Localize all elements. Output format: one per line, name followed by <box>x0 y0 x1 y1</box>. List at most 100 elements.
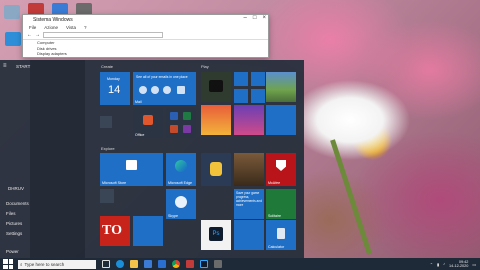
chrome-icon[interactable] <box>172 260 180 268</box>
office-label: Office <box>135 133 145 137</box>
promo-text: Save your game progress, achievements an… <box>236 191 262 207</box>
calendar-tile[interactable]: Monday 14 <box>100 72 130 105</box>
windows-start-icon[interactable] <box>3 259 13 269</box>
mail-mini-icon <box>177 86 185 94</box>
office-apps-tile[interactable] <box>166 108 196 138</box>
solitaire-tile[interactable]: Solitaire <box>266 189 296 219</box>
group-create-label: Create <box>101 64 114 69</box>
movies-tile[interactable] <box>234 72 248 86</box>
onenote-icon <box>183 125 191 133</box>
tree-item[interactable]: Display adapters <box>23 51 268 57</box>
menu-view[interactable]: Vista <box>66 25 76 30</box>
window-title: Sistema Windows <box>33 16 73 23</box>
mail-label: Mail <box>135 100 142 104</box>
solitaire-label: Solitaire <box>268 214 281 218</box>
camera-tile[interactable] <box>234 89 248 103</box>
pictures-link[interactable]: Pictures <box>6 221 22 226</box>
mail-taskbar-icon[interactable] <box>158 260 166 268</box>
forward-icon[interactable]: → <box>35 32 40 38</box>
menu-bar: File Azione Vista ? <box>23 24 268 31</box>
friends-game-tile[interactable] <box>201 105 231 135</box>
photos-tile[interactable] <box>266 72 296 102</box>
photoshop-taskbar-icon[interactable] <box>200 260 208 268</box>
mail-text: See all of your emails in one place <box>136 75 188 79</box>
small-tile[interactable] <box>100 189 114 203</box>
group-explore-label: Explore <box>101 146 115 151</box>
address-bar[interactable] <box>43 32 163 38</box>
start-menu: ≡ START DHRUV Documents Files Pictures S… <box>0 60 304 258</box>
news-tile[interactable]: TO <box>100 216 130 246</box>
skype-icon <box>175 196 187 208</box>
small-tile[interactable] <box>100 116 112 128</box>
desktop-icon-pc[interactable] <box>5 32 21 46</box>
calculator-tile[interactable]: Calculator <box>266 220 296 250</box>
app-list[interactable] <box>30 60 85 258</box>
explorer-window[interactable]: Sistema Windows – □ × File Azione Vista … <box>22 14 269 58</box>
volume-icon[interactable]: ♪ <box>443 262 445 266</box>
chevron-up-icon[interactable]: ⌃ <box>430 262 433 267</box>
group-play-label: Play <box>201 64 209 69</box>
skype-tile[interactable]: Skype <box>166 189 196 219</box>
window-title-bar: Sistema Windows – □ × <box>23 15 268 24</box>
game-character-tile[interactable] <box>201 153 231 186</box>
network-icon[interactable]: ▮ <box>437 262 439 267</box>
promo-tile[interactable]: Save your game progress, achievements an… <box>234 189 264 219</box>
photoshop-tile[interactable]: Ps <box>201 220 231 250</box>
clock-date: 14-12-2020 <box>448 264 469 268</box>
edge-taskbar-icon[interactable] <box>116 260 124 268</box>
character-icon <box>210 162 222 176</box>
excel-icon <box>183 112 191 120</box>
candy-crush-tile[interactable] <box>234 105 264 135</box>
skype-label: Skype <box>168 214 178 218</box>
menu-file[interactable]: File <box>29 25 36 30</box>
calendar-date: 14 <box>108 84 121 96</box>
settings-taskbar-icon[interactable] <box>214 260 222 268</box>
webcam-tile[interactable] <box>251 89 265 103</box>
skype-mini-icon <box>139 86 147 94</box>
store-label: Microsoft Store <box>102 181 127 185</box>
documents-link[interactable]: Documents <box>6 201 29 206</box>
edge-tile[interactable]: Microsoft Edge <box>166 153 196 186</box>
task-view-icon[interactable] <box>102 260 110 268</box>
menu-help[interactable]: ? <box>84 25 87 30</box>
paint-tile[interactable] <box>133 216 163 246</box>
photo-icon <box>266 72 296 102</box>
hamburger-icon[interactable]: ≡ <box>3 63 7 69</box>
maximize-icon[interactable]: □ <box>253 15 257 21</box>
files-link[interactable]: Files <box>6 211 16 216</box>
notifications-icon[interactable]: ▭ <box>472 262 476 267</box>
system-tray: ⌃ ▮ ♪ 09:42 14-12-2020 ▭ <box>430 260 480 269</box>
user-account[interactable]: DHRUV <box>8 186 24 191</box>
store-icon <box>126 160 137 170</box>
app-tile[interactable] <box>234 220 264 250</box>
powerpoint-icon <box>170 125 178 133</box>
mcafee-tile[interactable]: McAfee <box>266 153 296 186</box>
menu-action[interactable]: Azione <box>44 25 58 30</box>
game-tile[interactable] <box>266 105 296 135</box>
desktop-icon-recycle[interactable] <box>4 5 20 19</box>
settings-link[interactable]: Settings <box>6 231 22 236</box>
start-rail: ≡ START DHRUV Documents Files Pictures S… <box>0 60 30 258</box>
word-icon <box>170 112 178 120</box>
minimize-icon[interactable]: – <box>244 15 247 21</box>
search-placeholder: Type here to search <box>24 261 65 267</box>
start-label: START <box>16 64 31 69</box>
soldier-game-tile[interactable] <box>234 153 264 186</box>
edge-label: Microsoft Edge <box>168 181 192 185</box>
mail-tile[interactable]: See all of your emails in one place Mail <box>133 72 196 105</box>
clock[interactable]: 09:42 14-12-2020 <box>449 260 468 269</box>
groove-tile[interactable] <box>251 72 265 86</box>
news-text: TO <box>102 223 122 238</box>
office-tile[interactable]: Office <box>133 108 163 138</box>
xbox-tile[interactable] <box>201 72 231 102</box>
back-icon[interactable]: ← <box>27 32 32 38</box>
mcafee-icon <box>276 160 286 171</box>
file-explorer-icon[interactable] <box>130 260 138 268</box>
power-link[interactable]: Power <box>6 249 19 254</box>
close-icon[interactable]: × <box>262 15 266 21</box>
store-taskbar-icon[interactable] <box>144 260 152 268</box>
taskbar: ⌕ Type here to search ⌃ ▮ ♪ 09:42 14-12-… <box>0 258 480 270</box>
store-tile[interactable]: Microsoft Store <box>100 153 163 186</box>
app-taskbar-icon[interactable] <box>186 260 194 268</box>
search-box[interactable]: ⌕ Type here to search <box>18 259 96 269</box>
